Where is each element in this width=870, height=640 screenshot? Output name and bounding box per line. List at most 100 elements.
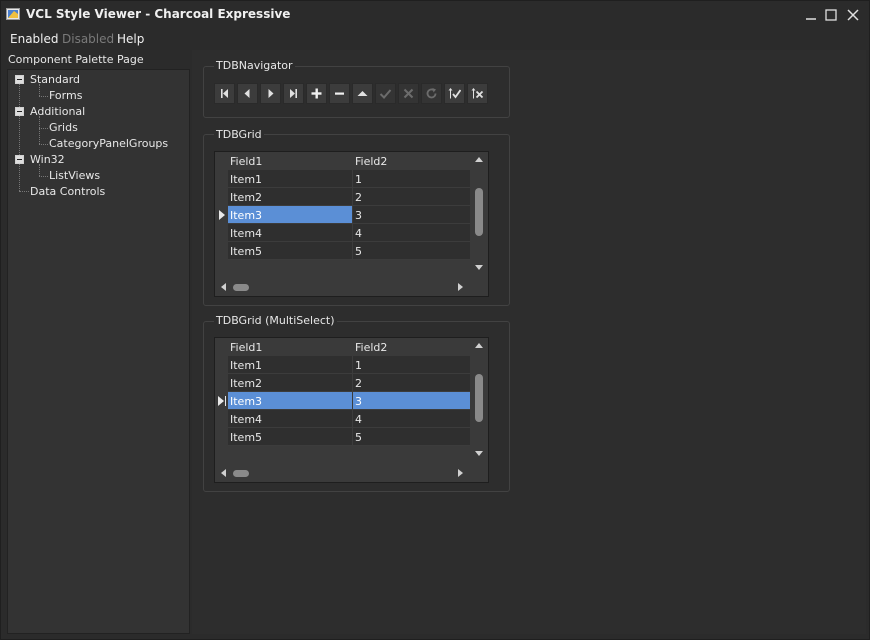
- tree-node-listviews[interactable]: ListViews: [49, 169, 100, 182]
- grid1-cell[interactable]: 3: [353, 206, 471, 224]
- grid1[interactable]: Field1 Field2 Item1 1 Item2 2 Item3 3 It…: [214, 151, 489, 297]
- minimize-icon[interactable]: [802, 6, 820, 24]
- grid1-cell[interactable]: 5: [353, 242, 471, 260]
- grid1-cell[interactable]: 4: [353, 224, 471, 242]
- component-tree[interactable]: Standard Forms Additional Grids Category…: [7, 69, 190, 634]
- grid1-col-field1[interactable]: Field1: [230, 155, 262, 168]
- grid2-hscroll-thumb[interactable]: [233, 470, 249, 477]
- tree-node-additional[interactable]: Additional: [30, 105, 85, 118]
- grid2[interactable]: Field1 Field2 Item1 1 Item2 2 Item3 3 It…: [214, 337, 489, 483]
- grid1-cell[interactable]: Item1: [228, 170, 353, 188]
- row-indicator: [215, 410, 228, 428]
- table-row[interactable]: Item2 2: [215, 374, 471, 392]
- scroll-corner: [470, 464, 488, 482]
- grid2-vscroll-thumb[interactable]: [475, 374, 483, 422]
- grid1-col-field2[interactable]: Field2: [355, 155, 387, 168]
- menu-help[interactable]: Help: [117, 32, 144, 46]
- grid2-cell-selected[interactable]: 3: [353, 392, 471, 410]
- table-row[interactable]: Item5 5: [215, 242, 471, 260]
- scroll-down-icon[interactable]: [475, 451, 483, 456]
- scroll-up-icon[interactable]: [475, 343, 483, 348]
- grid1-vertical-scrollbar[interactable]: [470, 152, 488, 278]
- delete-button[interactable]: [329, 83, 350, 104]
- tree-node-categorypanelgroups[interactable]: CategoryPanelGroups: [49, 137, 168, 150]
- scroll-right-icon[interactable]: [458, 469, 463, 477]
- tree-node-forms[interactable]: Forms: [49, 89, 82, 102]
- cancel-icon: [403, 88, 414, 99]
- table-row[interactable]: Item5 5: [215, 428, 471, 446]
- scroll-up-icon[interactable]: [475, 157, 483, 162]
- scroll-left-icon[interactable]: [221, 283, 226, 291]
- insert-button[interactable]: [306, 83, 327, 104]
- grid2-vertical-scrollbar[interactable]: [470, 338, 488, 464]
- grid2-col-field2[interactable]: Field2: [355, 341, 387, 354]
- grid1-cell[interactable]: Item2: [228, 188, 353, 206]
- table-row[interactable]: Item4 4: [215, 224, 471, 242]
- grid2-cell[interactable]: 5: [353, 428, 471, 446]
- row-indicator: [215, 356, 228, 374]
- grid2-cell[interactable]: 1: [353, 356, 471, 374]
- table-row[interactable]: Item1 1: [215, 170, 471, 188]
- expander-additional[interactable]: [15, 107, 24, 116]
- grid2-cell[interactable]: Item5: [228, 428, 353, 446]
- expander-win32[interactable]: [15, 155, 24, 164]
- tree-line: [39, 116, 40, 144]
- maximize-icon[interactable]: [822, 6, 840, 24]
- post-button[interactable]: [375, 83, 396, 104]
- apply-updates-icon: [448, 88, 461, 99]
- grid2-group-title: TDBGrid (MultiSelect): [214, 314, 337, 327]
- grid1-cell-selected[interactable]: Item3: [228, 206, 353, 224]
- table-row[interactable]: Item2 2: [215, 188, 471, 206]
- prior-record-icon: [244, 89, 250, 98]
- close-icon[interactable]: [844, 6, 862, 24]
- row-indicator: [215, 428, 228, 446]
- refresh-button[interactable]: [421, 83, 442, 104]
- grid2-col-field1[interactable]: Field1: [230, 341, 262, 354]
- scroll-corner: [470, 278, 488, 296]
- grid2-cell[interactable]: 4: [353, 410, 471, 428]
- table-row[interactable]: Item3 3: [215, 206, 471, 224]
- grid2-cell[interactable]: 2: [353, 374, 471, 392]
- tree-line: [19, 191, 29, 192]
- grid2-cell[interactable]: Item4: [228, 410, 353, 428]
- table-row[interactable]: Item4 4: [215, 410, 471, 428]
- tree-node-data-controls[interactable]: Data Controls: [30, 185, 105, 198]
- table-row[interactable]: Item3 3: [215, 392, 471, 410]
- next-record-icon: [268, 89, 274, 98]
- grid1-cell[interactable]: Item5: [228, 242, 353, 260]
- tree-line: [39, 96, 48, 97]
- row-indicator: [215, 188, 228, 206]
- grid1-horizontal-scrollbar[interactable]: [215, 278, 471, 296]
- edit-button[interactable]: [352, 83, 373, 104]
- grid1-group-title: TDBGrid: [214, 128, 264, 141]
- grid1-cell[interactable]: 2: [353, 188, 471, 206]
- menu-enabled[interactable]: Enabled: [10, 32, 59, 46]
- scroll-right-icon[interactable]: [458, 283, 463, 291]
- expander-standard[interactable]: [15, 75, 24, 84]
- grid2-cell[interactable]: Item1: [228, 356, 353, 374]
- first-record-button[interactable]: [214, 83, 235, 104]
- tree-node-standard[interactable]: Standard: [30, 73, 80, 86]
- grid2-header: Field1 Field2: [215, 338, 471, 356]
- grid2-cell[interactable]: Item2: [228, 374, 353, 392]
- grid1-hscroll-thumb[interactable]: [233, 284, 249, 291]
- cancel-updates-button[interactable]: [467, 83, 488, 104]
- menu-disabled[interactable]: Disabled: [62, 32, 114, 46]
- row-indicator: [215, 170, 228, 188]
- grid1-vscroll-thumb[interactable]: [475, 188, 483, 236]
- grid2-cell-selected[interactable]: Item3: [228, 392, 353, 410]
- apply-updates-button[interactable]: [444, 83, 465, 104]
- prior-record-button[interactable]: [237, 83, 258, 104]
- grid1-cell[interactable]: Item4: [228, 224, 353, 242]
- scroll-down-icon[interactable]: [475, 265, 483, 270]
- tree-node-win32[interactable]: Win32: [30, 153, 65, 166]
- grid1-cell[interactable]: 1: [353, 170, 471, 188]
- next-record-button[interactable]: [260, 83, 281, 104]
- tree-node-grids[interactable]: Grids: [49, 121, 78, 134]
- scroll-left-icon[interactable]: [221, 469, 226, 477]
- table-row[interactable]: Item1 1: [215, 356, 471, 374]
- last-record-button[interactable]: [283, 83, 304, 104]
- last-record-icon: [290, 89, 297, 98]
- grid2-horizontal-scrollbar[interactable]: [215, 464, 471, 482]
- cancel-button[interactable]: [398, 83, 419, 104]
